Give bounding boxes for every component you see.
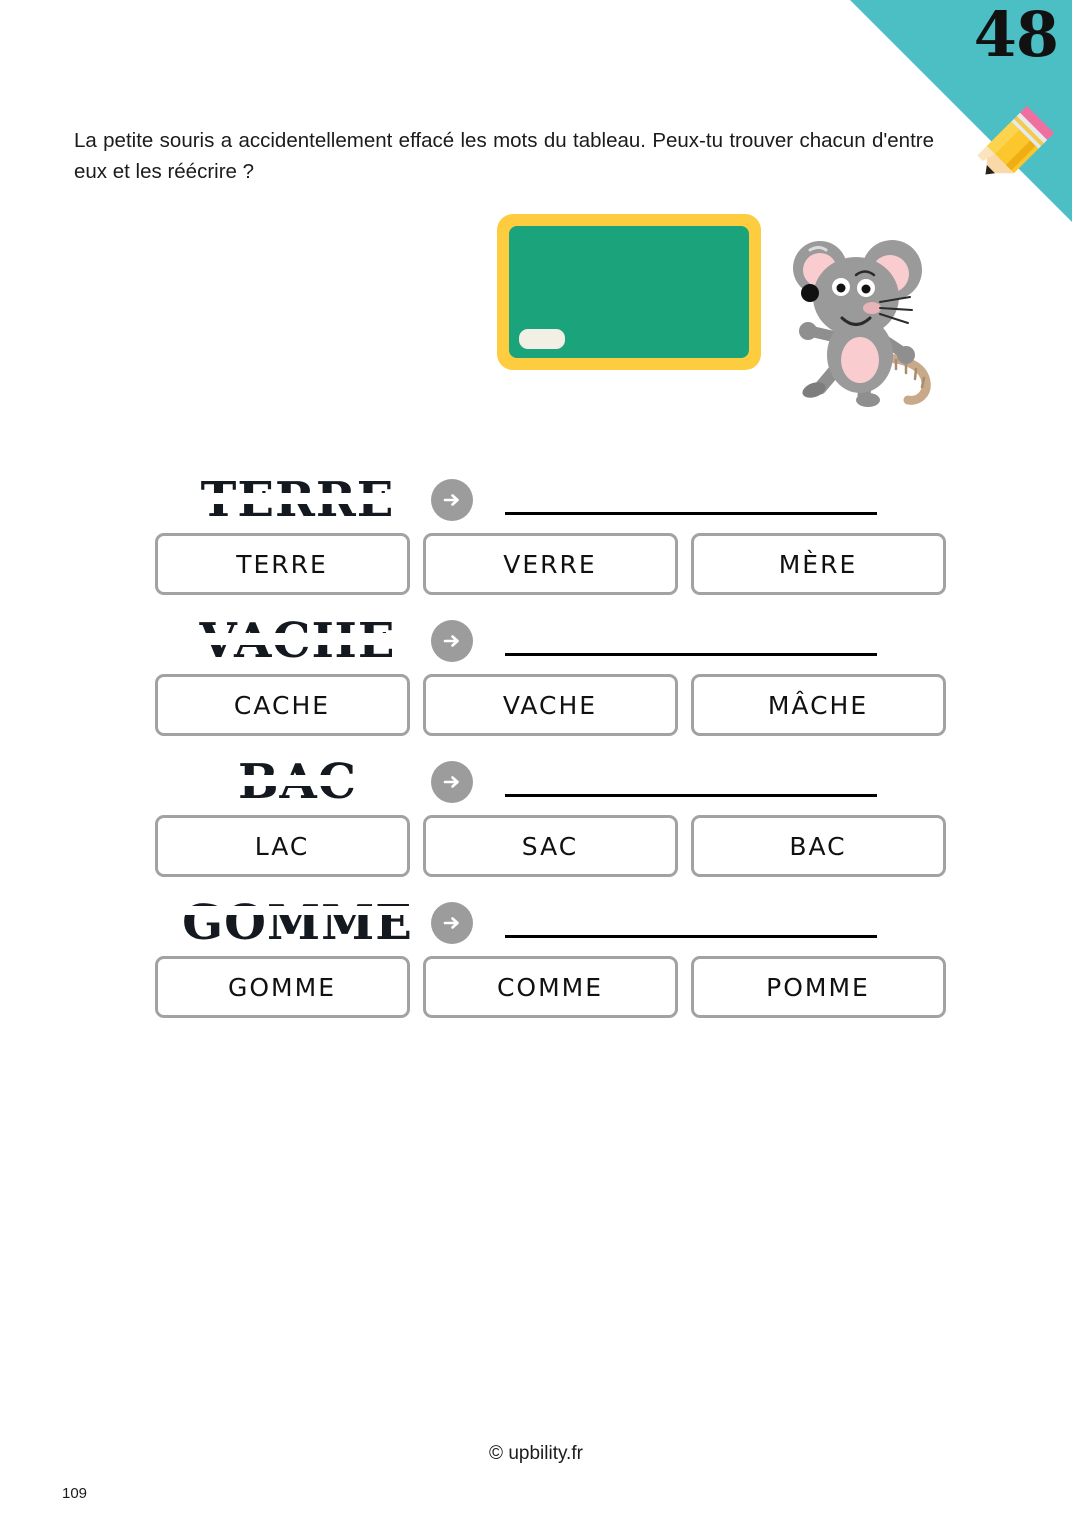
instruction-text: La petite souris a accidentellement effa… — [74, 128, 934, 184]
pencil-icon — [977, 105, 1055, 175]
choice-option[interactable]: MÂCHE — [690, 674, 946, 736]
erased-word: VACHE — [180, 617, 415, 665]
choice-row: GOMME COMME POMME — [0, 956, 1072, 1018]
choice-option[interactable]: LAC — [154, 815, 410, 877]
choice-option[interactable]: VACHE — [422, 674, 678, 736]
corner-decoration: 48 — [850, 0, 1072, 222]
arrow-right-icon — [431, 620, 473, 662]
exercise-group: TERRE TERRE VERRE MÈRE — [0, 455, 1072, 595]
answer-writing-line[interactable] — [505, 652, 877, 656]
choice-option[interactable]: SAC — [422, 815, 678, 877]
erased-word-row: GOMME — [0, 878, 1072, 968]
choice-option[interactable]: VERRE — [422, 533, 678, 595]
page-number: 109 — [62, 1485, 88, 1502]
exercise-group: GOMME GOMME COMME POMME — [0, 878, 1072, 1018]
chalkboard-icon — [497, 214, 761, 370]
arrow-right-icon — [431, 479, 473, 521]
exercise-group: VACHE CACHE VACHE MÂCHE — [0, 596, 1072, 736]
choice-option[interactable]: BAC — [690, 815, 946, 877]
erased-word-row: VACHE — [0, 596, 1072, 686]
exercise-group: BAC LAC SAC BAC — [0, 737, 1072, 877]
illustration-area — [495, 212, 950, 422]
erased-word-row: BAC — [0, 737, 1072, 827]
mouse-icon — [793, 240, 931, 407]
choice-option[interactable]: MÈRE — [690, 533, 946, 595]
answer-writing-line[interactable] — [505, 511, 877, 515]
choice-option[interactable]: COMME — [422, 956, 678, 1018]
sheet-number: 48 — [973, 0, 1059, 71]
erased-word: TERRE — [180, 476, 415, 524]
erased-word-row: TERRE — [0, 455, 1072, 545]
arrow-right-icon — [431, 761, 473, 803]
erased-word-text: TERRE — [200, 476, 395, 524]
choice-option[interactable]: GOMME — [154, 956, 410, 1018]
arrow-right-icon — [431, 902, 473, 944]
choice-row: CACHE VACHE MÂCHE — [0, 674, 1072, 736]
choice-option[interactable]: CACHE — [154, 674, 410, 736]
erased-word-text: VACHE — [199, 617, 396, 665]
answer-writing-line[interactable] — [505, 934, 877, 938]
choice-option[interactable]: TERRE — [154, 533, 410, 595]
choice-option[interactable]: POMME — [690, 956, 946, 1018]
erased-word-text: BAC — [237, 758, 357, 806]
erased-word: GOMME — [180, 899, 415, 947]
answer-writing-line[interactable] — [505, 793, 877, 797]
erased-word: BAC — [180, 758, 415, 806]
copyright-credit: © upbility.fr — [489, 1443, 583, 1464]
choice-row: TERRE VERRE MÈRE — [0, 533, 1072, 595]
erased-word-text: GOMME — [182, 899, 413, 947]
exercise-list: TERRE TERRE VERRE MÈRE VACHE CACHE VACHE… — [0, 455, 1072, 1018]
choice-row: LAC SAC BAC — [0, 815, 1072, 877]
